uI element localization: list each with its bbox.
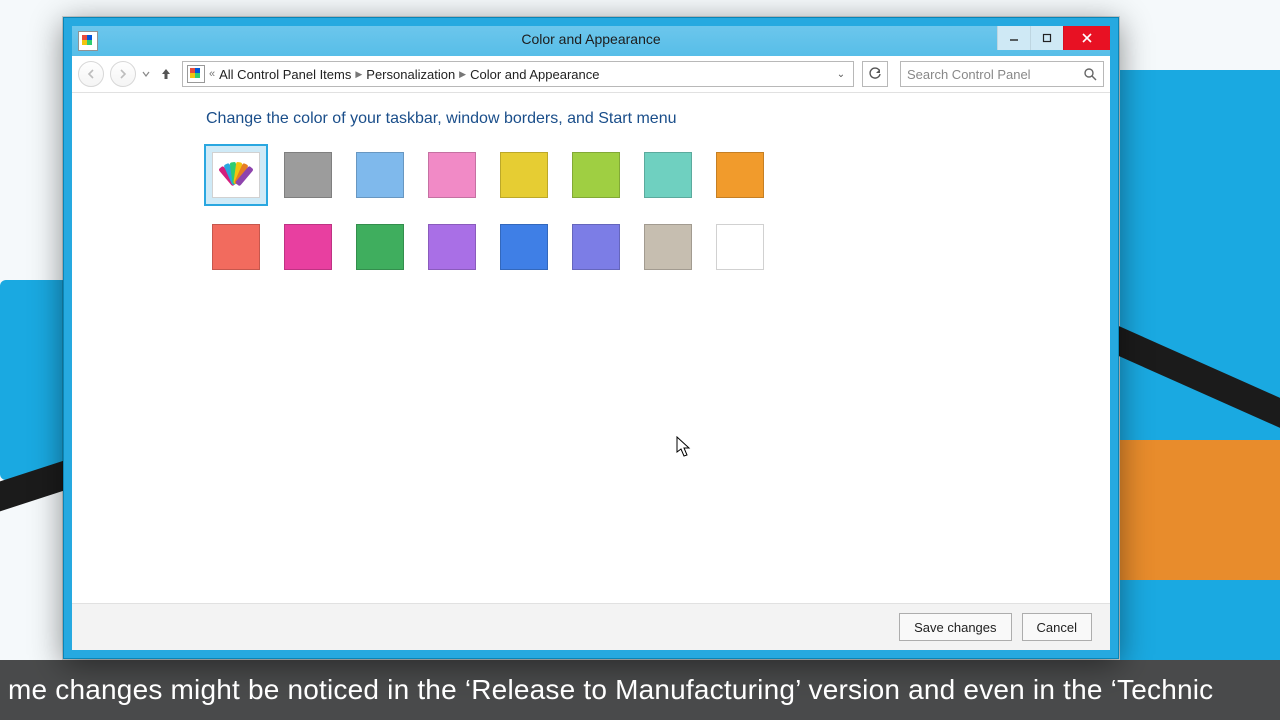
up-button[interactable] <box>156 64 176 84</box>
arrow-right-icon <box>118 69 128 79</box>
color-swatch[interactable] <box>278 146 338 204</box>
color-swatch[interactable] <box>566 218 626 276</box>
color-swatch[interactable] <box>206 218 266 276</box>
close-button[interactable] <box>1063 26 1110 50</box>
nav-row: « All Control Panel Items ▶ Personalizat… <box>72 56 1110 93</box>
refresh-icon <box>868 67 882 81</box>
color-swatch[interactable] <box>278 218 338 276</box>
breadcrumb-item[interactable]: All Control Panel Items <box>219 67 351 82</box>
swatch-fill <box>428 152 476 198</box>
color-swatch-grid <box>206 146 1074 276</box>
caption-text: me changes might be noticed in the ‘Rele… <box>8 674 1213 706</box>
search-placeholder: Search Control Panel <box>907 67 1077 82</box>
color-swatch[interactable] <box>494 218 554 276</box>
swatch-fill <box>428 224 476 270</box>
breadcrumb-item[interactable]: Color and Appearance <box>470 67 599 82</box>
chevron-right-icon: ▶ <box>459 69 466 80</box>
color-fan-icon <box>219 160 253 190</box>
chevron-right-icon: ▶ <box>355 69 362 80</box>
forward-button[interactable] <box>110 61 136 87</box>
save-button[interactable]: Save changes <box>899 613 1011 641</box>
swatch-fill <box>284 224 332 270</box>
location-icon <box>187 65 205 83</box>
swatch-fill <box>644 224 692 270</box>
color-swatch[interactable] <box>350 218 410 276</box>
color-swatch-automatic[interactable] <box>206 146 266 204</box>
swatch-fill <box>356 152 404 198</box>
swatch-fill <box>716 152 764 198</box>
color-swatch[interactable] <box>566 146 626 204</box>
color-swatch[interactable] <box>350 146 410 204</box>
swatch-fill <box>572 152 620 198</box>
footer-bar: Save changes Cancel <box>72 603 1110 650</box>
swatch-fill <box>716 224 764 270</box>
content-area: Change the color of your taskbar, window… <box>72 92 1110 604</box>
window: Color and Appearance <box>63 17 1119 659</box>
color-swatch[interactable] <box>494 146 554 204</box>
page-heading: Change the color of your taskbar, window… <box>206 110 1074 128</box>
breadcrumb: « All Control Panel Items ▶ Personalizat… <box>209 67 829 82</box>
arrow-left-icon <box>86 69 96 79</box>
color-swatch[interactable] <box>638 218 698 276</box>
swatch-fill <box>500 152 548 198</box>
swatch-fill <box>212 224 260 270</box>
window-title: Color and Appearance <box>72 31 1110 47</box>
window-buttons <box>997 26 1110 50</box>
color-swatch[interactable] <box>422 146 482 204</box>
swatch-fill <box>500 224 548 270</box>
title-bar[interactable]: Color and Appearance <box>72 26 1110 57</box>
color-swatch[interactable] <box>422 218 482 276</box>
minimize-button[interactable] <box>997 26 1030 50</box>
history-dropdown-icon[interactable] <box>142 69 150 79</box>
desktop-shape <box>0 280 68 480</box>
desktop-root: Color and Appearance <box>0 0 1280 720</box>
color-swatch[interactable] <box>638 146 698 204</box>
color-swatch[interactable] <box>710 218 770 276</box>
refresh-button[interactable] <box>862 61 888 87</box>
swatch-fill <box>212 152 260 198</box>
arrow-up-icon <box>159 67 173 81</box>
search-input[interactable]: Search Control Panel <box>900 61 1104 87</box>
address-bar[interactable]: « All Control Panel Items ▶ Personalizat… <box>182 61 854 87</box>
close-icon <box>1081 32 1093 44</box>
search-icon <box>1083 67 1097 81</box>
cancel-button[interactable]: Cancel <box>1022 613 1092 641</box>
swatch-fill <box>284 152 332 198</box>
breadcrumb-lead: « <box>209 68 215 80</box>
swatch-fill <box>356 224 404 270</box>
swatch-fill <box>572 224 620 270</box>
color-swatch[interactable] <box>710 146 770 204</box>
breadcrumb-item[interactable]: Personalization <box>366 67 455 82</box>
maximize-icon <box>1042 33 1052 43</box>
address-dropdown[interactable]: ⌄ <box>833 69 849 80</box>
minimize-icon <box>1009 33 1019 43</box>
back-button[interactable] <box>78 61 104 87</box>
maximize-button[interactable] <box>1030 26 1063 50</box>
window-inner: Color and Appearance <box>72 26 1110 650</box>
swatch-fill <box>644 152 692 198</box>
caption-overlay: me changes might be noticed in the ‘Rele… <box>0 660 1280 720</box>
desktop-shape <box>1120 440 1280 580</box>
